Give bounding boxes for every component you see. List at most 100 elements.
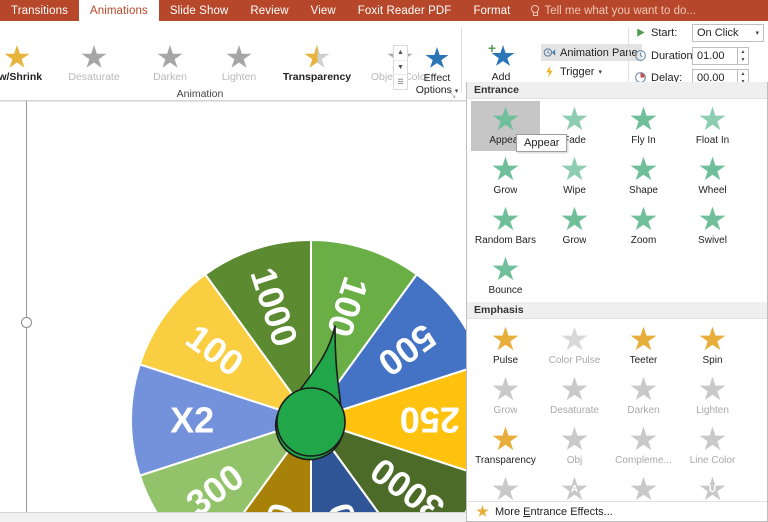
effect-label: Color Pulse [548, 354, 601, 366]
pane-resize-handle[interactable] [21, 317, 32, 328]
gallery-scroll-down-button[interactable]: ▼ [394, 61, 407, 76]
more-entrance-effects-button[interactable]: More Entrance Effects... [467, 501, 767, 521]
star-icon [561, 206, 588, 231]
emphasis-effect-line-color[interactable]: Line Color [678, 421, 747, 471]
duration-row: Duration: 01.00 ▲ ▼ [634, 46, 749, 65]
effect-icon [561, 206, 588, 233]
entrance-effect-wheel[interactable]: Wheel [678, 151, 747, 201]
star-icon [699, 156, 726, 181]
emphasis-effect-grow[interactable]: Grow [471, 371, 540, 421]
tab-label: Animations [89, 4, 148, 17]
emphasis-effect-lighten[interactable]: Lighten [678, 371, 747, 421]
effect-label: Zoom [630, 234, 657, 246]
trigger-button[interactable]: Trigger ▾ [541, 63, 606, 80]
emphasis-effects-grid[interactable]: Pulse Color Pulse Teeter Spin Grow Desaturate… [467, 319, 767, 521]
effect-label: Random Bars [474, 234, 537, 246]
gallery-scroll-up-button[interactable]: ▲ [394, 46, 407, 61]
effect-icon [630, 156, 657, 183]
tab-view[interactable]: View [300, 0, 347, 21]
tab-slide-show[interactable]: Slide Show [159, 0, 240, 21]
star-icon [492, 476, 519, 501]
emphasis-effect-darken[interactable]: Darken [609, 371, 678, 421]
wheel-segment-label: X2 [170, 400, 214, 441]
effect-label: Wipe [563, 184, 586, 196]
entrance-effect-random-bars[interactable]: Random Bars [471, 201, 540, 251]
spinner-wheel[interactable]: 1005002503000150200300X21001000 [130, 239, 492, 512]
effect-label: Spin [702, 354, 723, 366]
start-value: On Click [697, 26, 739, 39]
emphasis-effect-pulse[interactable]: Pulse [471, 321, 540, 371]
entrance-effect-float-in[interactable]: Float In [678, 101, 747, 151]
entrance-effect-bounce[interactable]: Bounce [471, 251, 540, 301]
gallery-scroll-buttons[interactable]: ▲ ▼ ☰ [393, 45, 408, 90]
animation-gallery-dropdown[interactable]: Entrance Appear Fade Fly In Float In Grow Wip… [466, 82, 768, 522]
gallery-item-transparency[interactable]: Transparency [274, 43, 360, 91]
play-icon [637, 28, 645, 37]
chevron-down-icon: ▾ [755, 29, 759, 37]
effect-icon [630, 326, 657, 353]
star-gray-icon [81, 45, 107, 68]
tell-me-search[interactable]: Tell me what you want to do... [521, 0, 704, 21]
stepper-down[interactable]: ▼ [738, 56, 748, 64]
emphasis-effect-color-pulse[interactable]: Color Pulse [540, 321, 609, 371]
effect-icon [561, 376, 588, 403]
spinner-wheel-graphic: 1005002503000150200300X21001000 [130, 239, 492, 512]
start-dropdown[interactable]: On Click ▾ [692, 23, 764, 42]
star-icon [561, 426, 588, 451]
animation-pane-button[interactable]: Animation Pane [541, 44, 642, 61]
entrance-effects-grid[interactable]: Appear Fade Fly In Float In Grow Wipe Shape Whe… [467, 99, 767, 302]
tab-foxit-reader-pdf[interactable]: Foxit Reader PDF [347, 0, 463, 21]
glyph-u-icon: U [708, 484, 717, 495]
gallery-item-darken[interactable]: Darken [136, 43, 204, 91]
entrance-effect-wipe[interactable]: Wipe [540, 151, 609, 201]
entrance-effect-fly-in[interactable]: Fly In [609, 101, 678, 151]
emphasis-effect-spin[interactable]: Spin [678, 321, 747, 371]
emphasis-effect-compleme[interactable]: Compleme... [609, 421, 678, 471]
emphasis-effect-obj[interactable]: Obj [540, 421, 609, 471]
entrance-effect-grow[interactable]: Grow [540, 201, 609, 251]
star-icon [630, 376, 657, 401]
more-entrance-effects-label: More Entrance Effects... [495, 505, 613, 518]
stepper-up[interactable]: ▲ [738, 48, 748, 56]
effect-icon [699, 426, 726, 453]
gallery-item-grow-shrink[interactable]: ow/Shrink [0, 43, 52, 91]
duration-field[interactable]: 01.00 [692, 46, 738, 65]
effect-icon [561, 156, 588, 183]
tab-transitions[interactable]: Transitions [0, 0, 79, 21]
entrance-effect-grow[interactable]: Grow [471, 151, 540, 201]
lightning-icon [546, 65, 553, 78]
effect-label: Wheel [698, 184, 727, 196]
tab-review[interactable]: Review [239, 0, 299, 21]
tab-animations[interactable]: Animations [78, 0, 159, 21]
duration-value: 01.00 [697, 49, 725, 62]
gallery-item-desaturate[interactable]: Desaturate [52, 43, 136, 91]
effect-icon [492, 426, 519, 453]
effect-icon [630, 476, 657, 503]
ribbon-group-animation: ow/Shrink Desaturate Darken Lighten Tran… [0, 21, 462, 101]
animation-dialog-launcher[interactable]: ⤡ [449, 90, 458, 99]
more-effects-rest: ntrance Effects... [530, 505, 613, 518]
duration-stepper[interactable]: ▲ ▼ [738, 46, 749, 65]
animation-gallery-strip[interactable]: ow/Shrink Desaturate Darken Lighten Tran… [0, 43, 429, 91]
effect-icon [561, 326, 588, 353]
entrance-effect-shape[interactable]: Shape [609, 151, 678, 201]
entrance-effect-zoom[interactable]: Zoom [609, 201, 678, 251]
emphasis-effect-teeter[interactable]: Teeter [609, 321, 678, 371]
gallery-more-button[interactable]: ☰ [394, 75, 407, 89]
wheel-hub[interactable] [276, 387, 346, 457]
effect-icon [492, 156, 519, 183]
star-icon [492, 256, 519, 281]
start-label: Start: [651, 26, 678, 39]
effect-label: Line Color [689, 454, 736, 466]
effect-icon [699, 376, 726, 403]
emphasis-effect-desaturate[interactable]: Desaturate [540, 371, 609, 421]
emphasis-effect-transparency[interactable]: Transparency [471, 421, 540, 471]
effect-label: Compleme... [615, 454, 672, 466]
tab-format[interactable]: Format [462, 0, 521, 21]
stepper-up[interactable]: ▲ [738, 70, 748, 78]
effect-icon [699, 206, 726, 233]
entrance-effect-swivel[interactable]: Swivel [678, 201, 747, 251]
effect-icon [630, 106, 657, 133]
gallery-item-lighten[interactable]: Lighten [204, 43, 274, 91]
thumbnail-pane-divider[interactable] [26, 101, 27, 512]
